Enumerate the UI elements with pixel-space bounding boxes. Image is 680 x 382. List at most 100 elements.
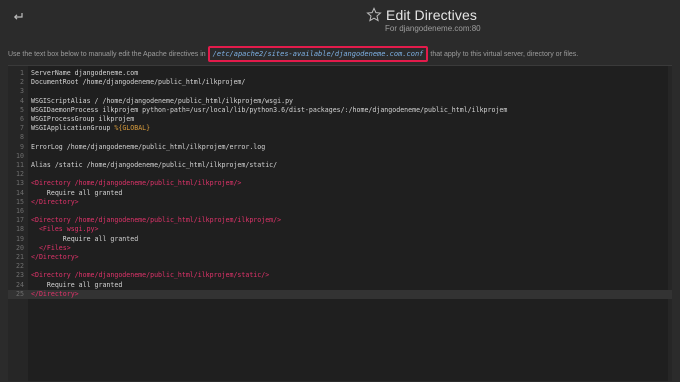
editor-line[interactable]: 15 </Directory> — [8, 198, 672, 207]
code-text: ErrorLog /home/djangodeneme/public_html/… — [31, 143, 265, 152]
code-content: </Directory> — [31, 289, 79, 298]
editor-line[interactable]: 24 Require all granted — [8, 281, 672, 290]
line-number: 23 — [16, 271, 24, 280]
description-after: that apply to this virtual server, direc… — [430, 50, 579, 58]
line-number: 13 — [16, 179, 24, 188]
editor-line[interactable]: 22 — [8, 262, 672, 271]
line-number: 15 — [16, 197, 24, 206]
line-number: 21 — [16, 253, 24, 261]
code-text: WSGIProcessGroup ilkprojem — [31, 115, 134, 124]
editor-line[interactable]: 8 — [8, 133, 672, 142]
editor-line[interactable]: 6 WSGIProcessGroup ilkprojem — [8, 115, 672, 124]
line-number: 5 — [20, 105, 24, 114]
code-content: WSGIScriptAlias / /home/djangodeneme/pub… — [31, 96, 294, 105]
code-variable: %{GLOBAL} — [114, 124, 151, 133]
line-number: 11 — [16, 161, 24, 169]
page-subtitle: For djangodeneme.com:80 — [385, 24, 481, 33]
line-number: 20 — [16, 243, 24, 252]
page-title: Edit Directives — [386, 7, 477, 23]
code-text: Require all granted — [31, 235, 138, 244]
code-content: Require all granted — [31, 234, 139, 243]
code-content: Require all granted — [31, 188, 123, 197]
editor-line[interactable]: 13 <Directory /home/djangodeneme/public_h… — [8, 179, 672, 188]
line-number: 6 — [20, 115, 24, 123]
line-number: 1 — [20, 69, 24, 77]
star-outline-icon[interactable] — [366, 7, 382, 23]
code-content: ErrorLog /home/djangodeneme/public_html/… — [31, 142, 266, 151]
editor-line[interactable]: 20 </Files> — [8, 244, 672, 253]
code-text: <Files wsgi.py> — [31, 225, 99, 234]
code-content: </Files> — [31, 243, 71, 252]
code-content: <Files wsgi.py> — [31, 225, 99, 234]
code-text: </Directory> — [31, 290, 79, 299]
editor-line[interactable]: 4 WSGIScriptAlias / /home/djangodeneme/pu… — [8, 97, 672, 106]
code-content: Alias /static /home/djangodeneme/public_… — [31, 161, 278, 169]
editor-line[interactable]: 3 — [8, 87, 672, 96]
code-text: Require all granted — [31, 281, 122, 290]
editor-line[interactable]: 12 — [8, 170, 672, 179]
code-content: Require all granted — [31, 280, 123, 289]
editor-line[interactable]: 25 </Directory> — [8, 289, 672, 299]
editor-line[interactable]: 21 </Directory> — [8, 253, 672, 262]
line-number: 18 — [16, 225, 24, 234]
editor-line[interactable]: 10 — [8, 152, 672, 161]
line-number: 22 — [16, 262, 24, 271]
code-text: WSGIApplicationGroup %{GLOBAL} — [31, 124, 150, 133]
code-content: WSGIApplicationGroup — [31, 124, 115, 133]
header: Edit Directives For djangodeneme.com:80 — [0, 0, 680, 38]
code-text: Alias /static /home/djangodeneme/public_… — [31, 161, 277, 170]
line-number: 12 — [16, 170, 24, 179]
line-number: 4 — [20, 96, 24, 105]
config-file-path: /etc/apache2/sites-available/djangodenem… — [207, 46, 429, 62]
code-content: WSGIProcessGroup ilkprojem — [31, 115, 135, 123]
page-title-group: Edit Directives — [366, 5, 477, 25]
code-content: </Directory> — [31, 197, 79, 206]
editor-line[interactable]: 7 WSGIApplicationGroup %{GLOBAL} — [8, 124, 672, 133]
line-number: 16 — [16, 207, 24, 215]
line-number: 14 — [16, 188, 24, 197]
code-content: WSGIDaemonProcess ilkprojem python-path=… — [31, 105, 508, 114]
editor-line[interactable]: 1 ServerName djangodeneme.com — [8, 69, 672, 78]
line-number: 3 — [20, 87, 24, 96]
code-text: <Directory /home/djangodeneme/public_htm… — [31, 179, 241, 188]
editor-line[interactable]: 2 DocumentRoot /home/djangodeneme/public_… — [8, 78, 672, 87]
code-content: </Directory> — [31, 253, 79, 261]
code-text: WSGIDaemonProcess ilkprojem python-path=… — [31, 106, 507, 115]
editor-line[interactable]: 14 Require all granted — [8, 189, 672, 198]
code-text: </Files> — [31, 244, 71, 253]
editor-line[interactable]: 19 Require all granted — [8, 235, 672, 244]
directives-editor[interactable]: 1 ServerName djangodeneme.com 2 DocumentRoo… — [8, 65, 672, 381]
line-number: 25 — [16, 289, 24, 298]
editor-line[interactable]: 18 <Files wsgi.py> — [8, 225, 672, 234]
code-text: ServerName djangodeneme.com — [31, 69, 138, 78]
code-text: Require all granted — [31, 189, 122, 198]
code-content: <Directory /home/djangodeneme/public_htm… — [31, 216, 282, 225]
code-text: </Directory> — [31, 253, 79, 262]
line-number: 2 — [20, 78, 24, 87]
editor-line[interactable]: 9 ErrorLog /home/djangodeneme/public_html… — [8, 143, 672, 152]
line-number: 10 — [16, 151, 24, 160]
code-content: <Directory /home/djangodeneme/public_htm… — [31, 271, 270, 280]
editor-line[interactable]: 11 Alias /static /home/djangodeneme/publi… — [8, 161, 672, 170]
code-content: DocumentRoot /home/djangodeneme/public_h… — [31, 78, 246, 87]
code-content: ServerName djangodeneme.com — [31, 69, 139, 77]
description-before: Use the text box below to manually edit … — [8, 50, 206, 58]
editor-line[interactable]: 17 <Directory /home/djangodeneme/public_h… — [8, 216, 672, 225]
back-arrow-icon[interactable] — [12, 11, 26, 25]
line-number: 9 — [20, 142, 24, 151]
code-text: WSGIScriptAlias / /home/djangodeneme/pub… — [31, 97, 293, 106]
code-text: <Directory /home/djangodeneme/public_htm… — [31, 271, 269, 280]
code-text: <Directory /home/djangodeneme/public_htm… — [31, 216, 281, 225]
line-number: 19 — [16, 234, 24, 243]
line-number: 7 — [20, 124, 24, 133]
line-number: 17 — [16, 216, 24, 225]
code-text: DocumentRoot /home/djangodeneme/public_h… — [31, 78, 245, 87]
editor-line[interactable]: 16 — [8, 207, 672, 216]
description-text: Use the text box below to manually edit … — [8, 46, 672, 62]
editor-line[interactable]: 23 <Directory /home/djangodeneme/public_h… — [8, 271, 672, 280]
code-text: </Directory> — [31, 198, 79, 207]
line-number: 24 — [16, 280, 24, 289]
editor-line[interactable]: 5 WSGIDaemonProcess ilkprojem python-path… — [8, 106, 672, 115]
code-content: <Directory /home/djangodeneme/public_htm… — [31, 179, 242, 188]
line-number: 8 — [20, 133, 24, 142]
